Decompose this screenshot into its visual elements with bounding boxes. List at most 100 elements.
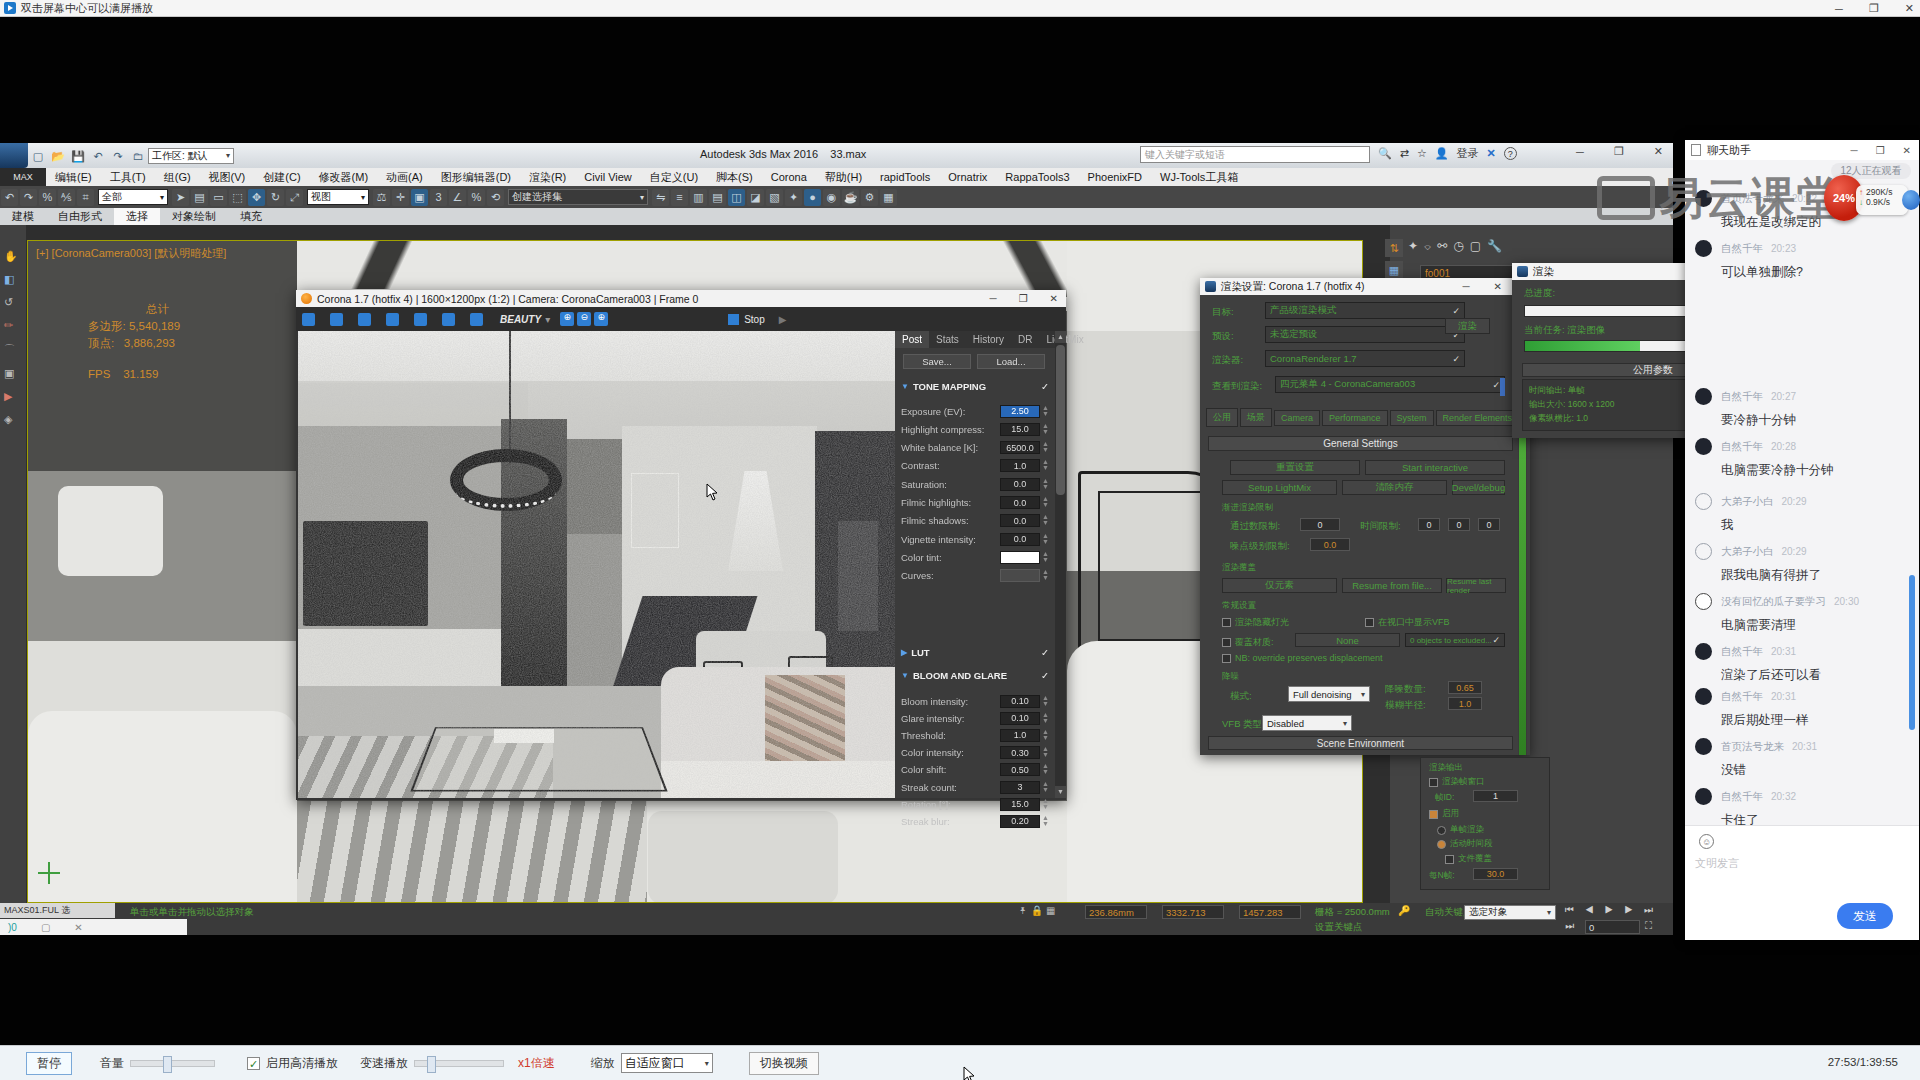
window-minimize-button[interactable]: ─	[1835, 3, 1843, 15]
exchange-icon[interactable]: ⇄	[1400, 147, 1409, 160]
sub-field[interactable]: 1	[1473, 790, 1518, 802]
render-setup-tab[interactable]: Camera	[1274, 410, 1320, 426]
command-panel-tabs[interactable]: ✦⌔⚯◷▢🔧	[1408, 239, 1502, 253]
menu-item[interactable]: 修改器(M)	[310, 170, 378, 185]
vfb-toolbar-button[interactable]	[326, 311, 350, 328]
sub-radio[interactable]: 活动时间段	[1437, 838, 1493, 850]
undo-icon[interactable]: ↶	[90, 149, 106, 163]
toolbar-icon[interactable]: ▭	[210, 189, 227, 206]
spinner[interactable]: ▲▼	[1042, 533, 1049, 546]
menu-item[interactable]: 组(G)	[155, 170, 200, 185]
vfb-toolbar-button[interactable]	[354, 311, 378, 328]
menu-item[interactable]: 创建(C)	[254, 170, 309, 185]
spinner[interactable]: ▲▼	[1042, 798, 1049, 811]
noise-limit-field[interactable]: 0.0	[1310, 538, 1350, 551]
workspace-dropdown[interactable]: 工作区: 默认	[148, 148, 234, 164]
ribbon-tab[interactable]: 选择	[114, 208, 160, 225]
hd-checkbox[interactable]: ✓	[247, 1057, 260, 1070]
render-setup-tab[interactable]: 场景	[1240, 408, 1272, 427]
menu-item[interactable]: Corona	[762, 171, 816, 183]
time-field[interactable]: 0	[1478, 518, 1500, 531]
toolbar-icon[interactable]: ▦	[880, 189, 897, 206]
render-setup-tab[interactable]: 公用	[1206, 408, 1238, 427]
vfb-param-row[interactable]: Glare intensity:0.10▲▼	[901, 710, 1049, 726]
tool-icon[interactable]: ⌒	[4, 342, 18, 357]
toolbar-icon[interactable]: ⬚	[229, 189, 246, 206]
menu-item[interactable]: WJ-Tools工具箱	[1151, 170, 1247, 185]
toolbar-icon[interactable]: ➤	[172, 189, 189, 206]
denoise-amount-field[interactable]: 0.65	[1448, 681, 1482, 694]
toolbar-icon[interactable]: ⚙	[861, 189, 878, 206]
vfb-maximize-button[interactable]: ❐	[1019, 293, 1028, 304]
exclude-dropdown[interactable]: 0 objects to excluded...	[1405, 633, 1505, 647]
scene-environment-rollout[interactable]: Scene Environment	[1208, 736, 1513, 750]
selection-set-dropdown[interactable]: 选定对象	[1464, 905, 1556, 920]
toolbar-icon[interactable]: ◪	[747, 189, 764, 206]
lut-header[interactable]: ▶LUT✓	[901, 645, 1049, 660]
sub-checkbox[interactable]: 渲染帧窗口	[1429, 776, 1485, 788]
preset-dropdown[interactable]: 未选定预设	[1265, 326, 1465, 343]
rs-minimize-button[interactable]: ─	[1463, 281, 1470, 292]
vfb-scrollbar[interactable]: ▲ ▼	[1055, 331, 1066, 798]
vfb-param-row[interactable]: Curves:▲▼	[901, 568, 1049, 584]
volume-slider[interactable]	[130, 1060, 215, 1067]
toolbar-icon[interactable]: ▥	[690, 189, 707, 206]
rs-close-button[interactable]: ✕	[1494, 281, 1502, 292]
tool-icon[interactable]: ▶	[4, 390, 18, 403]
toolbar-icon[interactable]: 全部	[98, 189, 168, 205]
toolbar-icon[interactable]: ▤	[191, 189, 208, 206]
rs-button[interactable]: Start interactive	[1365, 460, 1505, 475]
time-field[interactable]: 0	[1448, 518, 1470, 531]
vfb-pass-label[interactable]: BEAUTY	[500, 314, 541, 325]
menu-item[interactable]: 视图(V)	[200, 170, 255, 185]
vfb-tab[interactable]: DR	[1011, 331, 1039, 348]
vfb-param-row[interactable]: Streak blur:0.20▲▼	[901, 813, 1049, 829]
rs-button[interactable]: Setup LightMix	[1222, 480, 1337, 495]
vfb-load-button[interactable]: Load...	[977, 354, 1045, 369]
chat-minimize-button[interactable]: ─	[1851, 145, 1858, 156]
menu-item[interactable]: RappaTools3	[996, 171, 1078, 183]
anim-controls[interactable]: ⏭	[1565, 920, 1574, 932]
coord-z-field[interactable]: 1457.283	[1239, 905, 1301, 919]
vfb-type-dropdown[interactable]: Disabled	[1262, 715, 1352, 731]
cp-icon[interactable]: ▦	[1385, 261, 1403, 279]
spinner[interactable]: ▲▼	[1042, 712, 1049, 725]
coord-y-field[interactable]: 3332.713	[1162, 905, 1224, 919]
menu-item[interactable]: 动画(A)	[377, 170, 432, 185]
menu-item[interactable]: Civil View	[575, 171, 640, 183]
vfb-toolbar-button[interactable]	[382, 311, 406, 328]
toolbar-icon[interactable]: 视图	[307, 189, 369, 205]
vfb-param-row[interactable]: Highlight compress:15.0▲▼	[901, 421, 1049, 437]
ribbon-tab[interactable]: 填充	[228, 208, 274, 225]
save-icon[interactable]: 💾	[70, 149, 86, 163]
vfb-stop-button[interactable]: Stop	[728, 314, 765, 325]
window-close-button[interactable]: ✕	[1905, 2, 1914, 15]
toolbar-icon[interactable]: ☕	[842, 189, 859, 206]
chat-maximize-button[interactable]: ❐	[1876, 145, 1885, 156]
switch-video-button[interactable]: 切换视频	[749, 1052, 819, 1075]
bloom-glare-header[interactable]: ▼BLOOM AND GLARE✓	[901, 668, 1049, 683]
project-icon[interactable]: 🗀	[130, 149, 146, 163]
render-button[interactable]: 渲染	[1445, 318, 1490, 334]
tool-icon[interactable]: ✋	[4, 250, 18, 263]
tool-icon[interactable]: ◧	[4, 273, 18, 286]
spinner[interactable]: ▲▼	[1042, 441, 1049, 454]
star-icon[interactable]: ☆	[1417, 147, 1427, 160]
window-maximize-button[interactable]: ❐	[1869, 2, 1879, 15]
pass-limit-field[interactable]: 0	[1300, 518, 1340, 531]
override-none-button[interactable]: None	[1295, 633, 1400, 647]
vfb-toolbar-button[interactable]	[466, 311, 490, 328]
toolbar-icon[interactable]: ⚖	[373, 189, 390, 206]
chat-scrollbar[interactable]	[1909, 575, 1915, 730]
vfb-param-row[interactable]: Contrast:1.0▲▼	[901, 458, 1049, 474]
rs-checkbox[interactable]: 渲染隐藏灯光	[1222, 616, 1289, 629]
speed-slider[interactable]	[414, 1060, 504, 1067]
vfb-param-row[interactable]: Color shift:0.50▲▼	[901, 762, 1049, 778]
signin-label[interactable]: 登录	[1457, 146, 1479, 161]
setkey-label[interactable]: 设置关键点	[1315, 921, 1363, 934]
ribbon-tab[interactable]: 对象绘制	[160, 208, 228, 225]
chat-input-area[interactable]: ☺ 文明发言 发送	[1685, 825, 1919, 940]
search-icon[interactable]: 🔍	[1378, 147, 1392, 160]
spinner[interactable]: ▲▼	[1042, 459, 1049, 472]
chat-close-button[interactable]: ✕	[1903, 145, 1911, 156]
